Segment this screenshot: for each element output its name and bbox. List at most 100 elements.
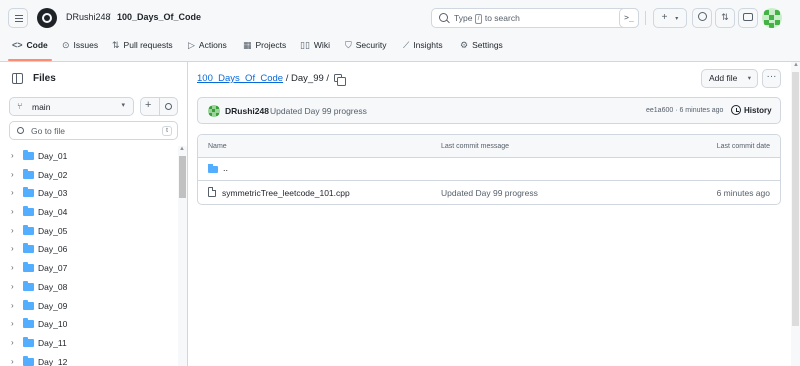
page-scrollbar[interactable]: ▲ [791,62,800,366]
pull-requests-button[interactable]: ⇅ [715,8,735,28]
tree-item[interactable]: › Day_09 [0,297,178,316]
tree-item[interactable]: › Day_01 [0,147,178,166]
sidebar-actions: + [140,97,178,116]
create-new-button[interactable]: + ▾ [653,8,687,28]
chevron-right-icon[interactable]: › [11,319,14,328]
chevron-right-icon[interactable]: › [11,282,14,291]
file-table: Name Last commit message Last commit dat… [197,134,781,205]
tree-item-label: Day_11 [38,337,67,348]
tree-item[interactable]: › Day_12 [0,353,178,366]
chevron-right-icon[interactable]: › [11,207,14,216]
path-separator: / [323,73,330,84]
file-name-link[interactable]: symmetricTree_leetcode_101.cpp [222,188,350,198]
folder-icon [23,299,34,310]
tree-item[interactable]: › Day_03 [0,184,178,203]
chevron-right-icon[interactable]: › [11,226,14,235]
search-placeholder: Type / to search [454,13,520,24]
book-icon: ▯▯ [300,40,310,50]
tab-insights[interactable]: ⟋ Insights [403,40,443,51]
hamburger-line [15,21,23,22]
sidebar-scrollbar[interactable]: ▲ [178,146,187,366]
global-header: DRushi248 / 100_Days_Of_Code Type / to s… [0,0,800,62]
tree-item[interactable]: › Day_04 [0,203,178,222]
table-header: Name Last commit message Last commit dat… [198,135,780,158]
chevron-right-icon[interactable]: › [11,338,14,347]
tree-item[interactable]: › Day_06 [0,240,178,259]
more-options-button[interactable]: ··· [762,69,781,88]
tab-actions[interactable]: ▷ Actions [188,40,227,51]
tab-wiki[interactable]: ▯▯ Wiki [300,40,330,51]
copy-path-icon[interactable] [334,74,346,86]
tree-item-label: Day_05 [38,225,68,236]
tree-item[interactable]: › Day_05 [0,222,178,241]
tree-item-label: Day_10 [38,319,68,330]
page-scrollbar-thumb[interactable] [792,72,799,326]
commit-author-avatar[interactable] [208,105,220,117]
go-to-file-input[interactable]: Go to file t [9,121,178,140]
chevron-right-icon[interactable]: › [11,188,14,197]
branch-selector[interactable]: ⑂ main ▾ [9,97,134,116]
plus-icon: + [661,12,668,23]
add-file-icon[interactable]: + [145,99,151,111]
sidebar-collapse-icon[interactable] [12,73,23,84]
search-icon[interactable] [165,103,172,110]
breadcrumb-repo[interactable]: 100_Days_Of_Code [117,12,201,22]
user-avatar[interactable] [762,8,782,28]
scroll-up-icon[interactable]: ▲ [179,146,185,152]
chevron-right-icon[interactable]: › [11,301,14,310]
chevron-right-icon[interactable]: › [11,244,14,253]
chevron-right-icon[interactable]: › [11,170,14,179]
path-current-folder: Day_99 [291,73,324,84]
tree-item[interactable]: › Day_02 [0,166,178,185]
tree-item-label: Day_07 [38,263,68,274]
breadcrumb-owner[interactable]: DRushi248 [66,12,111,22]
hamburger-icon [15,15,23,16]
folder-icon [208,164,218,173]
tree-item-label: Day_03 [38,188,68,199]
add-file-button[interactable]: Add file ▾ [701,69,758,88]
tab-code[interactable]: <> Code [12,40,48,50]
issues-button[interactable] [692,8,712,28]
issue-icon: ⊙ [62,40,70,50]
folder-icon [23,355,34,366]
commit-hash-time[interactable]: ee1a600 · 6 minutes ago [646,107,723,114]
chevron-right-icon[interactable]: › [11,263,14,272]
column-header-message: Last commit message [441,143,510,150]
table-row[interactable]: symmetricTree_leetcode_101.cpp Updated D… [198,181,780,204]
inbox-button[interactable] [738,8,758,28]
tree-item-label: Day_01 [38,151,68,161]
pull-request-icon: ⇅ [721,12,729,22]
tab-security[interactable]: ⛉ Security [345,40,386,51]
tree-item[interactable]: › Day_08 [0,278,178,297]
chevron-down-icon: ▾ [747,75,751,82]
search-icon [439,13,448,22]
file-tree-sidebar: Files ⑂ main ▾ + Go to file t › Day_01 › D… [0,62,188,366]
parent-directory-row[interactable]: .. [198,158,780,181]
tab-issues[interactable]: ⊙ Issues [62,40,98,51]
folder-icon [23,187,34,198]
folder-icon [23,318,34,329]
folder-icon [23,206,34,217]
parent-directory-link[interactable]: .. [223,163,228,173]
scroll-up-icon[interactable]: ▲ [793,62,799,68]
menu-button[interactable] [8,8,28,28]
tab-settings[interactable]: ⚙ Settings [460,40,503,51]
history-button[interactable]: History [744,106,772,115]
tree-item[interactable]: › Day_11 [0,334,178,353]
tab-projects[interactable]: ▦ Projects [243,40,286,51]
chevron-right-icon[interactable]: › [11,357,14,366]
commit-author[interactable]: DRushi248 [225,106,269,116]
commit-message[interactable]: Updated Day 99 progress [270,106,367,116]
chevron-right-icon[interactable]: › [11,151,14,160]
file-commit-message[interactable]: Updated Day 99 progress [441,188,538,198]
search-input[interactable]: Type / to search [431,8,639,28]
github-logo-icon[interactable] [37,8,57,28]
tab-actions-label: Actions [198,40,227,50]
file-path-breadcrumb: 100_Days_Of_Code / Day_99 / [197,73,329,84]
tree-item[interactable]: › Day_10 [0,315,178,334]
tab-pull-requests[interactable]: ⇅ Pull requests [112,40,173,51]
command-palette-button[interactable]: >_ [619,8,639,28]
scrollbar-thumb[interactable] [179,156,186,198]
path-repo-link[interactable]: 100_Days_Of_Code [197,73,283,84]
tree-item[interactable]: › Day_07 [0,259,178,278]
